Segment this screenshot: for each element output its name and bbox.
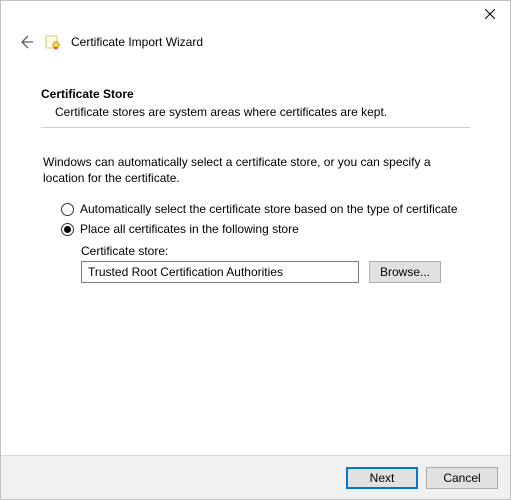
close-button[interactable] <box>470 1 510 27</box>
close-icon <box>485 9 495 19</box>
store-row: Browse... <box>81 261 470 283</box>
store-subsection: Certificate store: Browse... <box>81 244 470 283</box>
header: Certificate Import Wizard <box>1 29 510 63</box>
back-arrow-icon <box>18 34 34 50</box>
section-title: Certificate Store <box>41 87 470 101</box>
radio-manual-label: Place all certificates in the following … <box>80 222 299 236</box>
section-description: Certificate stores are system areas wher… <box>55 105 470 119</box>
cancel-button[interactable]: Cancel <box>426 467 498 489</box>
browse-button[interactable]: Browse... <box>369 261 441 283</box>
divider <box>41 127 470 128</box>
radio-manual-icon <box>61 223 74 236</box>
content: Certificate Store Certificate stores are… <box>1 63 510 455</box>
radio-auto-select[interactable]: Automatically select the certificate sto… <box>61 202 470 216</box>
titlebar <box>1 1 510 29</box>
radio-auto-icon <box>61 203 74 216</box>
certificate-icon <box>45 34 61 50</box>
next-button[interactable]: Next <box>346 467 418 489</box>
footer: Next Cancel <box>1 455 510 499</box>
wizard-title: Certificate Import Wizard <box>71 35 203 49</box>
store-input[interactable] <box>81 261 359 283</box>
wizard-window: Certificate Import Wizard Certificate St… <box>0 0 511 500</box>
back-button[interactable] <box>17 33 35 51</box>
intro-text: Windows can automatically select a certi… <box>43 154 470 186</box>
store-label: Certificate store: <box>81 244 470 258</box>
radio-manual-store[interactable]: Place all certificates in the following … <box>61 222 470 236</box>
radio-auto-label: Automatically select the certificate sto… <box>80 202 458 216</box>
